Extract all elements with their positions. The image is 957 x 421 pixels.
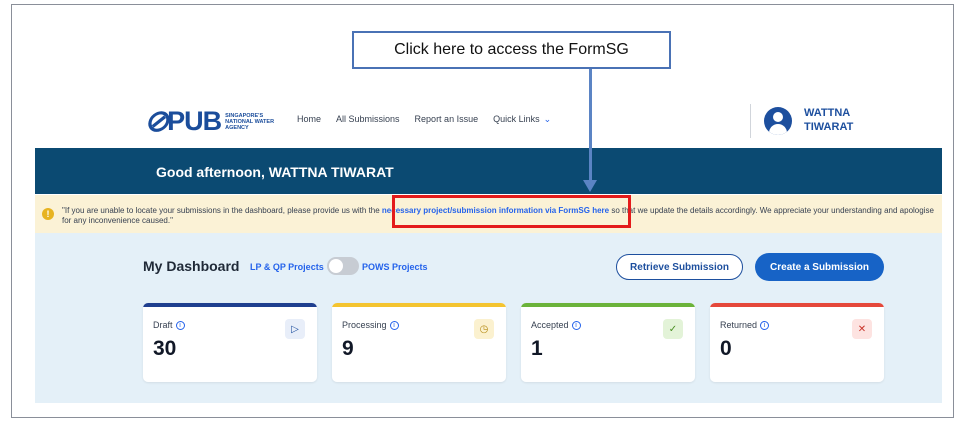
card-accent-bar	[710, 303, 884, 307]
clock-icon: ◷	[474, 319, 494, 339]
project-type-toggle[interactable]	[327, 257, 359, 275]
info-icon[interactable]: i	[760, 321, 770, 331]
dashboard-title: My Dashboard	[143, 258, 240, 274]
formsg-highlight-box	[392, 195, 631, 228]
card-label: Returned i	[720, 320, 770, 331]
card-accent-bar	[521, 303, 695, 307]
card-count: 0	[720, 337, 732, 360]
status-card-draft[interactable]: Draft i 30 ▷	[143, 303, 317, 382]
draft-icon: ▷	[285, 319, 305, 339]
warning-icon: !	[42, 208, 54, 220]
card-label: Processing i	[342, 320, 399, 331]
callout-arrow-line	[589, 69, 592, 181]
card-count: 9	[342, 337, 354, 360]
card-count: 30	[153, 337, 177, 360]
notice-text-before: "If you are unable to locate your submis…	[62, 206, 382, 215]
pub-logo[interactable]: ⊘ PUB SINGAPORE'S NATIONAL WATER AGENCY	[144, 104, 280, 139]
status-card-returned[interactable]: Returned i 0 ✕	[710, 303, 884, 382]
status-card-processing[interactable]: Processing i 9 ◷	[332, 303, 506, 382]
info-icon[interactable]: i	[389, 321, 399, 331]
header-divider	[750, 104, 751, 138]
pub-logo-subtitle: SINGAPORE'S NATIONAL WATER AGENCY	[225, 112, 275, 131]
nav-all-submissions[interactable]: All Submissions	[336, 114, 400, 125]
callout-box: Click here to access the FormSG	[352, 31, 671, 69]
user-avatar-icon[interactable]	[764, 107, 792, 135]
retrieve-submission-button[interactable]: Retrieve Submission	[616, 254, 743, 280]
user-name[interactable]: WATTNA TIWARAT	[804, 106, 874, 134]
status-card-accepted[interactable]: Accepted i 1 ✓	[521, 303, 695, 382]
pub-logo-word: PUB	[167, 106, 222, 136]
tab-pows-projects[interactable]: POWS Projects	[362, 262, 428, 272]
chevron-down-icon: ⌄	[543, 114, 552, 124]
card-accent-bar	[143, 303, 317, 307]
tab-lp-qp-projects[interactable]: LP & QP Projects	[250, 262, 324, 272]
toggle-knob	[329, 259, 343, 273]
greeting-text: Good afternoon, WATTNA TIWARAT	[156, 164, 394, 180]
nav-report-issue[interactable]: Report an Issue	[415, 114, 479, 125]
callout-text: Click here to access the FormSG	[394, 41, 629, 58]
pub-logo-mark: ⊘	[144, 105, 169, 138]
card-label: Draft i	[153, 320, 185, 331]
callout-arrow-head	[583, 180, 597, 192]
nav-home[interactable]: Home	[297, 114, 321, 125]
info-icon[interactable]: i	[571, 321, 581, 331]
card-accent-bar	[332, 303, 506, 307]
nav-quick-links-label: Quick Links	[493, 114, 540, 124]
create-submission-button[interactable]: Create a Submission	[755, 253, 884, 281]
card-count: 1	[531, 337, 543, 360]
info-icon[interactable]: i	[175, 321, 185, 331]
top-nav: Home All Submissions Report an Issue Qui…	[297, 114, 551, 125]
nav-quick-links[interactable]: Quick Links ⌄	[493, 114, 551, 125]
check-circle-icon: ✓	[663, 319, 683, 339]
x-circle-icon: ✕	[852, 319, 872, 339]
card-label: Accepted i	[531, 320, 581, 331]
